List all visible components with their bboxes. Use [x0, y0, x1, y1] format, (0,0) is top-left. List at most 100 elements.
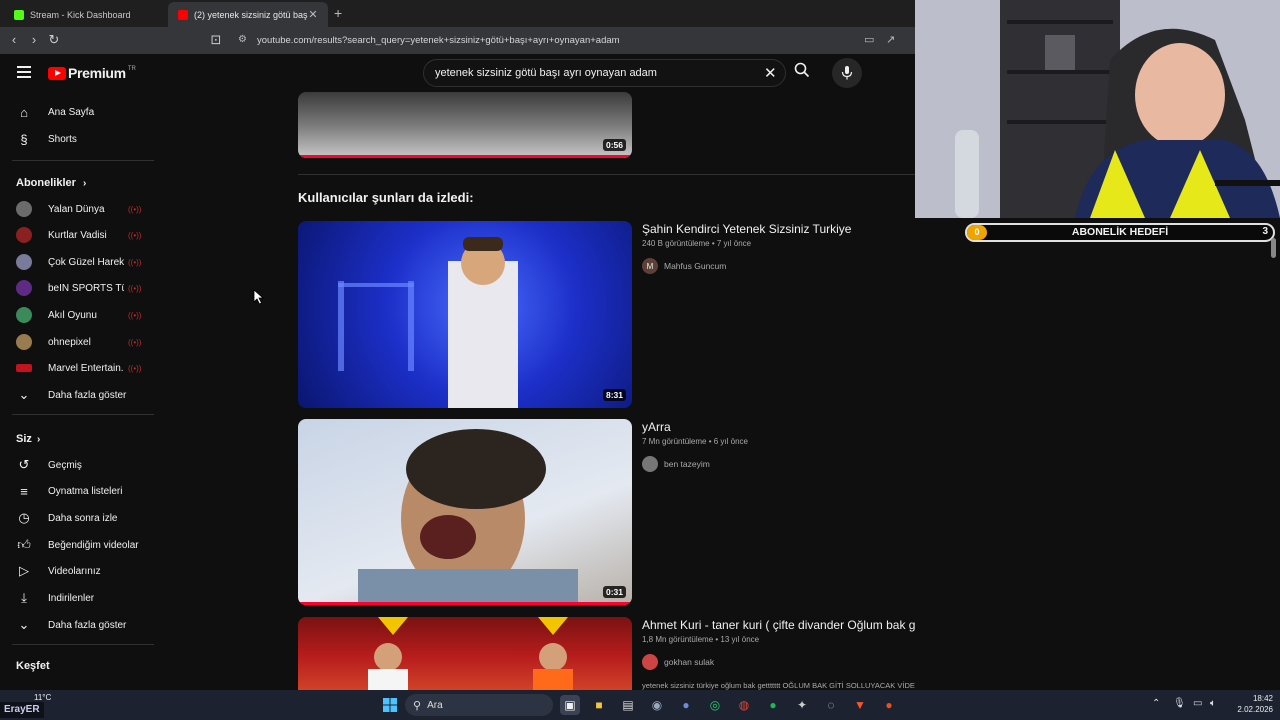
steam-icon[interactable]: ◉: [647, 695, 667, 715]
file-explorer-icon[interactable]: ■: [589, 695, 609, 715]
subscription-item[interactable]: Çok Güzel Harek... ((•)): [0, 249, 155, 275]
forward-icon[interactable]: ›: [26, 32, 42, 48]
search-box[interactable]: yetenek sizsiniz götü başı ayrı oynayan …: [423, 59, 786, 87]
display-icon[interactable]: ▭: [1193, 698, 1202, 709]
system-clock[interactable]: 18:42 2.02.2026: [1233, 693, 1273, 715]
subscription-item[interactable]: Kurtlar Vadisi ((•)): [0, 222, 155, 248]
channel-link[interactable]: M Mahfus Guncum: [642, 258, 726, 274]
share-icon[interactable]: ↗: [886, 33, 895, 46]
sidebar-item-downloads[interactable]: ⤓ İndirilenler: [0, 585, 155, 611]
taskbar-search[interactable]: ⚲ Ara: [405, 694, 553, 716]
obs-icon[interactable]: ◌: [821, 695, 841, 715]
shorts-icon: §: [20, 131, 28, 147]
sidebar-item-watch-later[interactable]: ◷ Daha sonra izle: [0, 505, 155, 531]
video-meta: 7 Mn görüntüleme • 6 yıl önce: [642, 437, 748, 446]
volume-icon[interactable]: 🔈︎: [1210, 698, 1216, 709]
subscription-label: Kurtlar Vadisi: [48, 229, 107, 241]
brave-icon[interactable]: ▼: [850, 695, 870, 715]
bookmark-icon[interactable]: ⊡: [208, 32, 224, 48]
chrome-icon[interactable]: ◍: [734, 695, 754, 715]
app-icon-2[interactable]: ●: [879, 695, 899, 715]
sidebar-item-history[interactable]: ↺ Geçmiş: [0, 452, 155, 478]
subscription-label: beIN SPORTS Tü...: [48, 282, 124, 294]
whatsapp-icon[interactable]: ◎: [705, 695, 725, 715]
subscription-item[interactable]: ohnepixel ((•)): [0, 329, 155, 355]
avatar: [16, 334, 32, 350]
show-more-label: Daha fazla göster: [48, 389, 127, 401]
store-icon[interactable]: ▤: [618, 695, 638, 715]
download-icon: ⤓: [21, 590, 27, 605]
search-input[interactable]: yetenek sizsiniz götü başı ayrı oynayan …: [435, 67, 657, 79]
back-icon[interactable]: ‹: [6, 32, 22, 48]
sidebar-item-label: İndirilenler: [48, 592, 95, 604]
video-thumbnail[interactable]: 0:56: [298, 92, 632, 158]
windows-start-icon[interactable]: [380, 695, 400, 715]
url-field[interactable]: youtube.com/results?search_query=yetenek…: [257, 35, 620, 46]
explore-heading: Keşfet: [16, 660, 50, 672]
new-tab-button[interactable]: +: [334, 5, 342, 21]
youtube-premium-logo[interactable]: Premium TR: [48, 65, 136, 81]
tray-chevron-icon[interactable]: ⌃: [1152, 698, 1160, 709]
discord-icon[interactable]: ●: [676, 695, 696, 715]
show-more-you[interactable]: ⌄ Daha fazla göster: [0, 612, 155, 638]
spotify-icon[interactable]: ●: [763, 695, 783, 715]
sidebar-item-your-videos[interactable]: ▷ Videolarınız: [0, 558, 155, 584]
live-icon: ((•)): [128, 204, 142, 214]
show-more-subscriptions[interactable]: ⌄ Daha fazla göster: [0, 382, 155, 408]
logo-text: Premium: [68, 65, 126, 81]
scrollbar[interactable]: [1271, 238, 1276, 258]
video-title[interactable]: Şahin Kendirci Yetenek Sizsiniz Turkiye: [642, 222, 851, 236]
clear-search-icon[interactable]: ✕: [764, 64, 777, 82]
chevron-right-icon: ›: [82, 178, 87, 189]
reload-icon[interactable]: ↻: [46, 32, 62, 48]
subscription-item[interactable]: Akıl Oyunu ((•)): [0, 302, 155, 328]
close-tab-icon[interactable]: ✕: [308, 8, 318, 21]
subscription-label: ohnepixel: [48, 336, 91, 348]
subscription-item[interactable]: Yalan Dünya ((•)): [0, 196, 155, 222]
sidebar-item-label: Ana Sayfa: [48, 106, 95, 118]
goal-label: ABONELİK HEDEFİ: [1071, 226, 1169, 238]
watch-later-icon: ◷: [18, 510, 30, 525]
subscriptions-heading[interactable]: Abonelikler ›: [16, 177, 86, 189]
sidebar-item-liked[interactable]: 👍︎ Beğendiğim videolar: [0, 532, 155, 558]
taskbar-search-label: Ara: [427, 699, 443, 711]
video-thumbnail[interactable]: 8:31: [298, 221, 632, 408]
subscription-item[interactable]: beIN SPORTS Tü... ((•)): [0, 275, 155, 301]
menu-icon[interactable]: [17, 66, 31, 78]
video-thumbnail[interactable]: 0:31: [298, 419, 632, 605]
tab-youtube[interactable]: (2) yetenek sizsiniz götü başı ayrı ✕: [168, 2, 328, 27]
avatar: [16, 201, 32, 217]
channel-link[interactable]: gokhan sulak: [642, 654, 714, 670]
clock-date: 2.02.2026: [1237, 705, 1273, 714]
avatar: [16, 307, 32, 323]
microphone-icon[interactable]: [832, 58, 862, 88]
sidebar-item-shorts[interactable]: § Shorts: [0, 126, 155, 152]
you-heading[interactable]: Siz ›: [16, 433, 40, 445]
video-title[interactable]: yArra: [642, 420, 671, 434]
search-icon: ⚲: [413, 699, 422, 712]
video-title[interactable]: Ahmet Kuri - taner kuri ( çifte divander…: [642, 618, 915, 632]
search-icon[interactable]: [788, 59, 816, 87]
app-icon[interactable]: ✦: [792, 695, 812, 715]
task-view-icon[interactable]: ▣: [560, 695, 580, 715]
sidebar-item-home[interactable]: ⌂ Ana Sayfa: [0, 99, 155, 125]
channel-name: ben tazeyim: [664, 459, 710, 469]
avatar: [16, 227, 32, 243]
your-videos-icon: ▷: [19, 563, 29, 578]
tab-kick-dashboard[interactable]: Stream - Kick Dashboard: [4, 2, 166, 27]
sidebar-item-playlists[interactable]: ≡ Oynatma listeleri: [0, 478, 155, 504]
channel-link[interactable]: ben tazeyim: [642, 456, 710, 472]
avatar: [16, 280, 32, 296]
goal-target: 3: [1262, 226, 1268, 237]
site-info-icon[interactable]: ⚙: [238, 34, 247, 45]
microphone-tray-icon[interactable]: 🎙︎: [1173, 698, 1186, 709]
video-thumbnail[interactable]: [298, 617, 632, 692]
subscription-item[interactable]: Marvel Entertain... ((•)): [0, 355, 155, 381]
channel-avatar: M: [642, 258, 658, 274]
avatar: [16, 254, 32, 270]
clock-time: 18:42: [1252, 694, 1273, 703]
cast-icon[interactable]: ▭: [864, 33, 874, 46]
youtube-header: Premium TR yetenek sizsiniz götü başı ay…: [0, 54, 915, 92]
search-results: 0:56 Kullanıcılar şunları da izledi: 8:3…: [160, 92, 915, 692]
section-title: Kullanıcılar şunları da izledi:: [298, 190, 474, 205]
